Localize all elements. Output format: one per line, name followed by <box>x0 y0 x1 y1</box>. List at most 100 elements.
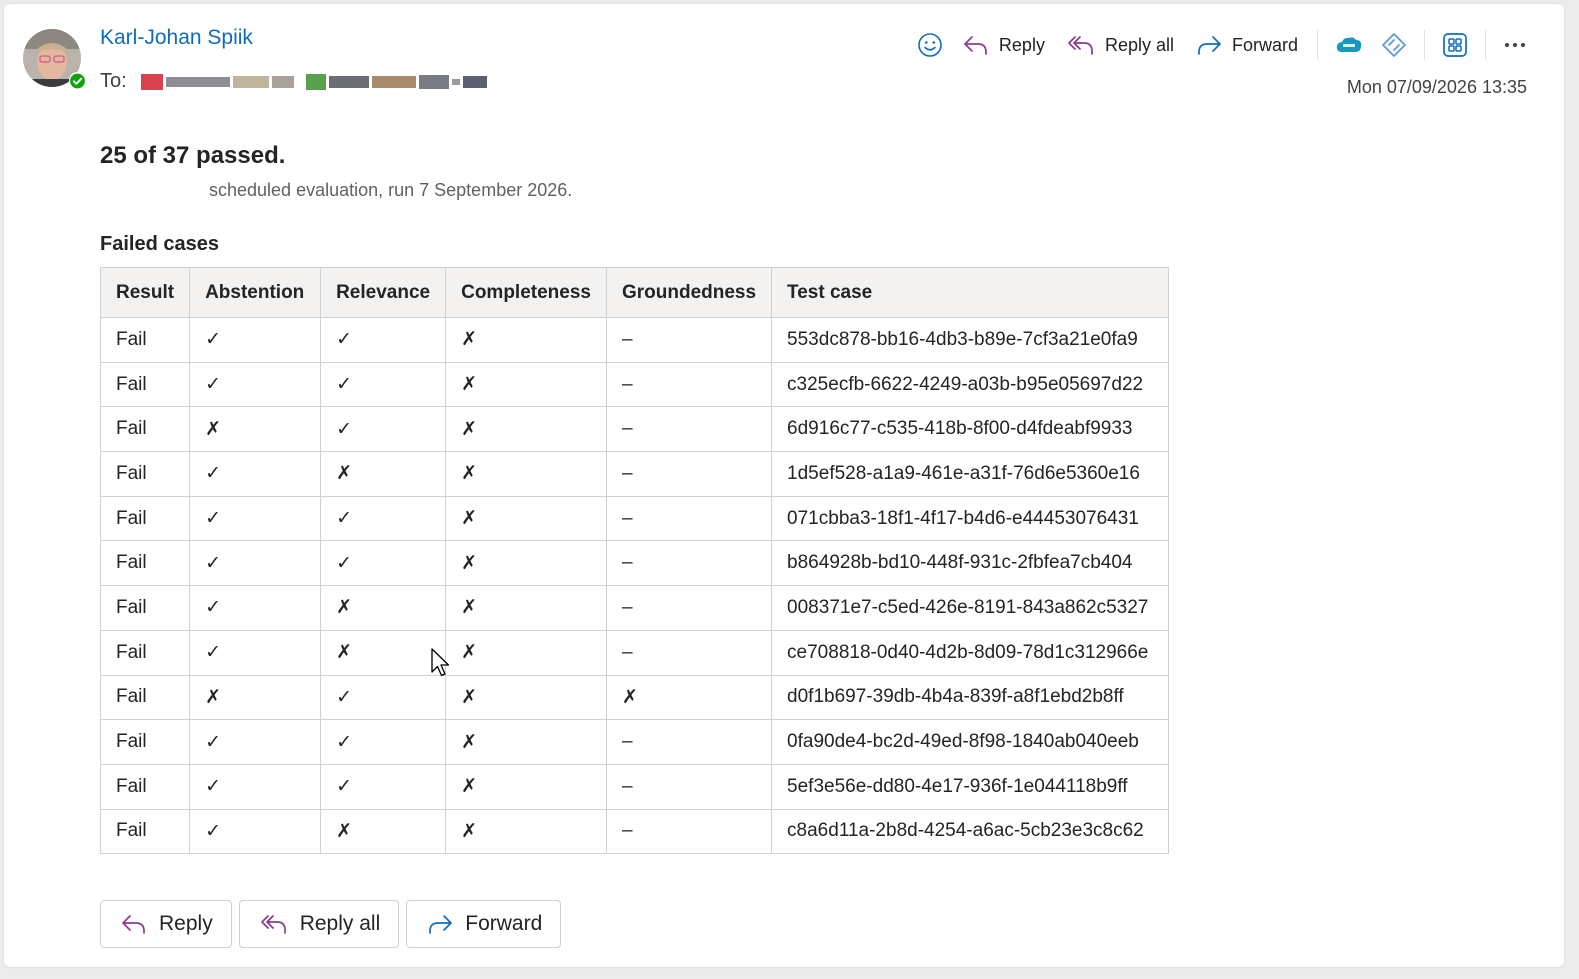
cell-test-case: d0f1b697-39db-4b4a-839f-a8f1ebd2b8ff <box>771 674 1170 721</box>
cell-groundedness: – <box>605 451 773 497</box>
toolbar-divider <box>1424 30 1425 60</box>
cell-result: Fail <box>99 629 191 676</box>
addin-diamond-button[interactable] <box>1372 27 1416 63</box>
evaluation-subline: scheduled evaluation, run 7 September 20… <box>209 180 573 200</box>
cell-test-case: 008371e7-c5ed-426e-8191-843a862c5327 <box>771 585 1170 631</box>
cell-relevance: ✓ <box>320 361 447 408</box>
cell-test-case: ce708818-0d40-4d2b-8d09-78d1c312966e <box>771 629 1170 676</box>
bottom-reply-all-button[interactable]: Reply all <box>238 900 400 948</box>
cell-completeness: ✗ <box>445 361 607 408</box>
cell-groundedness: – <box>605 406 773 453</box>
presence-available-icon <box>69 72 86 89</box>
cell-abstention: ✓ <box>189 629 322 676</box>
forward-button[interactable]: Forward <box>1185 27 1309 63</box>
table-row: Fail ✗ ✓ ✗ –6d916c77-c535-418b-8f00-d4fdeabf… <box>99 406 1170 453</box>
cell-completeness: ✗ <box>445 763 607 810</box>
reply-icon <box>122 915 145 934</box>
table-header-row: Result Abstention Relevance Completeness… <box>99 267 1170 318</box>
cell-test-case: 6d916c77-c535-418b-8f00-d4fdeabf9933 <box>771 406 1170 453</box>
cell-groundedness: – <box>605 585 773 631</box>
cell-relevance: ✓ <box>320 674 447 721</box>
to-label: To: <box>100 70 127 92</box>
diamond-link-icon <box>1382 33 1406 57</box>
column-header-test-case: Test case <box>771 267 1170 318</box>
cell-test-case: c325ecfb-6622-4249-a03b-b95e05697d22 <box>771 361 1170 408</box>
table-row: Fail ✓ ✓ ✗ – c325ecfb-6622-4249-a03b-b95e0569… <box>99 361 1170 408</box>
table-row: Fail ✓ ✓ ✗ –5ef3e56e-dd80-4e17-936f-1e044118… <box>99 763 1170 810</box>
column-header-relevance: Relevance <box>320 267 447 318</box>
cell-abstention: ✗ <box>189 674 322 721</box>
cell-result: Fail <box>99 585 191 631</box>
result-summary: 25 of 37 passed. <box>100 142 286 169</box>
cell-completeness: ✗ <box>445 540 607 587</box>
cell-relevance: ✓ <box>320 719 447 765</box>
cell-groundedness: – <box>605 629 773 676</box>
table-row: Fail ✓ ✗ ✗ – ce708818-0d40-4d2b-8d09-78d1c312… <box>99 629 1170 676</box>
column-header-groundedness: Groundedness <box>605 267 773 318</box>
table-row: Fail ✓ ✓ ✗ – b864928b-bd10-448f-931c-2fbfea7c… <box>99 540 1170 587</box>
sender-avatar[interactable] <box>23 29 86 89</box>
reply-all-label: Reply all <box>1104 34 1174 55</box>
cell-relevance: ✗ <box>320 585 447 631</box>
toolbar-divider <box>1485 30 1486 60</box>
cell-relevance: ✗ <box>320 451 447 497</box>
cell-groundedness: ✗ <box>605 674 773 721</box>
table-row: Fail ✗ ✓ ✗ ✗ d0f1b697-39db-4b4a-839f-a8f1ebd2… <box>99 674 1170 721</box>
cell-completeness: ✗ <box>445 406 607 453</box>
emoji-reaction-button[interactable] <box>908 27 952 63</box>
cell-test-case: b864928b-bd10-448f-931c-2fbfea7cb404 <box>771 540 1170 587</box>
cell-completeness: ✗ <box>445 674 607 721</box>
reply-all-button[interactable]: Reply all <box>1056 27 1185 63</box>
forward-icon <box>1198 36 1221 55</box>
cell-relevance: ✓ <box>320 317 447 363</box>
cell-test-case: 5ef3e56e-dd80-4e17-936f-1e044118b9ff <box>771 763 1170 810</box>
reply-icon <box>964 36 987 55</box>
mouse-pointer-icon <box>431 648 450 677</box>
redacted-recipients[interactable] <box>140 71 487 93</box>
cell-relevance: ✓ <box>320 495 447 542</box>
cell-test-case: c8a6d11a-2b8d-4254-a6ac-5cb23e3c8c62 <box>771 808 1170 855</box>
toolbar-divider <box>1317 30 1318 60</box>
cell-abstention: ✓ <box>189 763 322 810</box>
cell-result: Fail <box>99 540 191 587</box>
cell-test-case: 1d5ef528-a1a9-461e-a31f-76d6e5360e16 <box>771 451 1170 497</box>
cell-result: Fail <box>99 719 191 765</box>
bottom-reply-label: Reply <box>159 912 213 935</box>
bottom-reply-button[interactable]: Reply <box>100 900 232 948</box>
cell-abstention: ✓ <box>189 451 322 497</box>
bottom-forward-label: Forward <box>465 912 543 935</box>
cell-groundedness: – <box>605 808 773 855</box>
cell-test-case: 553dc878-bb16-4db3-b89e-7cf3a21e0fa9 <box>771 317 1170 363</box>
cell-groundedness: – <box>605 540 773 587</box>
column-header-abstention: Abstention <box>189 267 322 318</box>
reply-all-icon <box>1068 36 1093 55</box>
cell-completeness: ✗ <box>445 808 607 855</box>
reply-label: Reply <box>998 34 1045 55</box>
cell-groundedness: – <box>605 763 773 810</box>
apps-button[interactable] <box>1433 27 1477 63</box>
salesforce-addin-button[interactable] <box>1326 27 1372 63</box>
apps-grid-icon <box>1443 33 1467 57</box>
cell-completeness: ✗ <box>445 585 607 631</box>
cell-completeness: ✗ <box>445 317 607 363</box>
sender-name[interactable]: Karl-Johan Spiik <box>100 26 253 50</box>
cell-groundedness: – <box>605 317 773 363</box>
reply-button[interactable]: Reply <box>952 27 1056 63</box>
sent-date: Mon 07/09/2026 13:35 <box>1346 77 1527 97</box>
forward-label: Forward <box>1231 34 1298 55</box>
more-actions-button[interactable] <box>1494 27 1536 63</box>
cell-relevance: ✓ <box>320 406 447 453</box>
table-row: Fail ✓ ✓ ✗ –553dc878-bb16-4db3-b89e-7cf3a21e… <box>99 317 1170 363</box>
cell-groundedness: – <box>605 361 773 408</box>
cell-relevance: ✗ <box>320 629 447 676</box>
cell-relevance: ✓ <box>320 763 447 810</box>
cell-abstention: ✓ <box>189 317 322 363</box>
cell-test-case: 0fa90de4-bc2d-49ed-8f98-1840ab040eeb <box>771 719 1170 765</box>
cell-abstention: ✓ <box>189 719 322 765</box>
table-row: Fail ✓ ✓ ✗ –0fa90de4-bc2d-49ed-8f98-1840ab04… <box>99 719 1170 765</box>
failed-cases-heading: Failed cases <box>100 233 219 255</box>
cell-abstention: ✓ <box>189 495 322 542</box>
cell-result: Fail <box>99 674 191 721</box>
bottom-forward-button[interactable]: Forward <box>406 900 562 948</box>
cell-test-case: 071cbba3-18f1-4f17-b4d6-e44453076431 <box>771 495 1170 542</box>
